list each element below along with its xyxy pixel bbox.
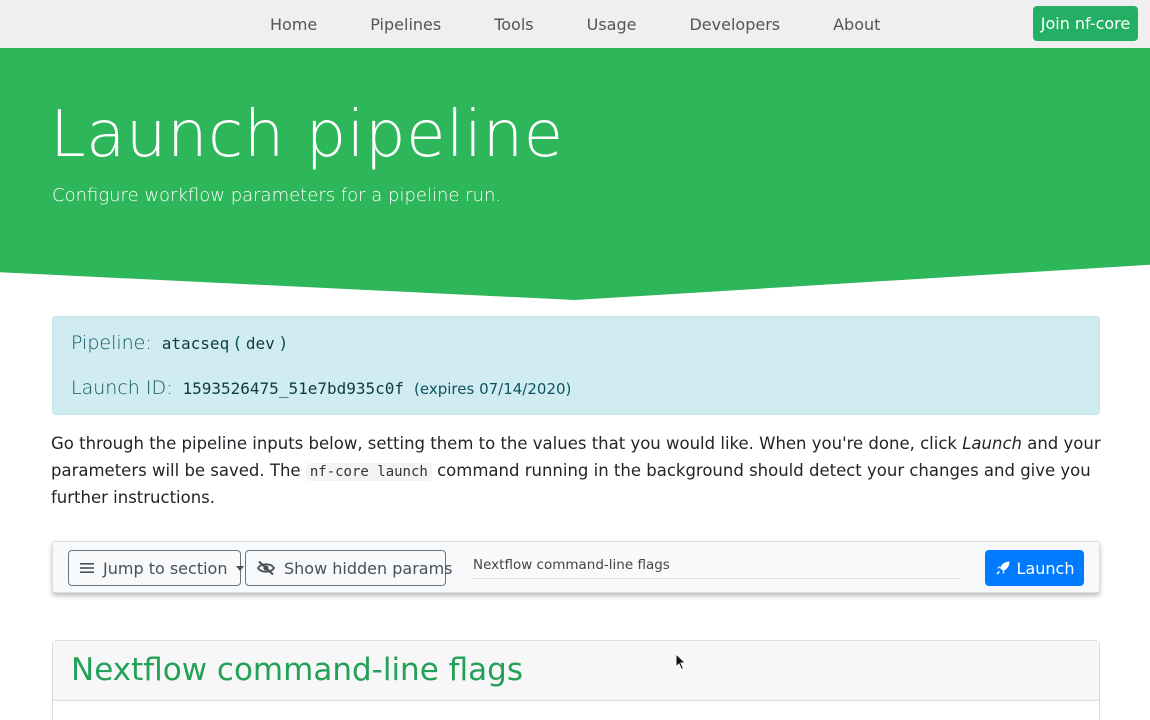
paren-open: (	[234, 334, 241, 354]
join-nf-core-button[interactable]: Join nf-core	[1033, 6, 1138, 41]
section-title: Nextflow command-line flags	[71, 652, 523, 688]
nav-link-home[interactable]: Home	[270, 15, 317, 34]
current-section-indicator: Nextflow command-line flags	[473, 557, 960, 579]
jump-to-section-label: Jump to section	[103, 558, 228, 578]
intro-text: Go through the pipeline inputs below, se…	[51, 431, 1111, 512]
section-header: Nextflow command-line flags	[53, 641, 1099, 701]
paren-close: )	[279, 334, 287, 354]
launch-label: Launch	[1016, 558, 1075, 578]
page-title: Launch pipeline	[50, 98, 564, 172]
launch-info-alert: Pipeline: atacseq ( dev ) Launch ID: 159…	[52, 316, 1100, 415]
intro-launch-emphasis: Launch	[962, 434, 1022, 453]
rocket-icon	[995, 560, 1011, 576]
jump-to-section-button[interactable]: Jump to section	[68, 550, 245, 586]
intro-command-code: nf-core launch	[305, 462, 432, 481]
launch-button[interactable]: Launch	[985, 550, 1084, 586]
intro-part1: Go through the pipeline inputs below, se…	[51, 434, 963, 453]
top-navbar: Home Pipelines Tools Usage Developers Ab…	[0, 0, 1150, 48]
page-subtitle: Configure workflow parameters for a pipe…	[52, 185, 502, 206]
pipeline-label: Pipeline:	[71, 332, 152, 354]
nextflow-flags-card: Nextflow command-line flags	[52, 640, 1100, 720]
params-toolbar: Jump to section Show hidden params Nextf…	[52, 541, 1100, 593]
nav-link-pipelines[interactable]: Pipelines	[370, 15, 441, 34]
list-icon	[79, 561, 95, 575]
pipeline-version: dev	[245, 334, 275, 353]
launch-id-value: 1593526475_51e7bd935c0f	[182, 379, 405, 398]
launch-id-label: Launch ID:	[71, 377, 173, 399]
hero-banner: Launch pipeline Configure workflow param…	[0, 48, 1150, 300]
show-hidden-params-button[interactable]: Show hidden params	[245, 550, 453, 586]
mouse-cursor-icon	[675, 652, 687, 675]
pipeline-name: atacseq	[161, 334, 230, 353]
launch-expiry: (expires 07/14/2020)	[414, 380, 572, 398]
eye-slash-icon	[256, 560, 276, 576]
show-hidden-params-label: Show hidden params	[284, 558, 453, 578]
nav-links: Home Pipelines Tools Usage Developers Ab…	[270, 0, 933, 48]
nav-link-tools[interactable]: Tools	[494, 15, 533, 34]
nav-link-usage[interactable]: Usage	[587, 15, 637, 34]
pipeline-row: Pipeline: atacseq ( dev )	[71, 332, 291, 354]
nav-link-developers[interactable]: Developers	[689, 15, 780, 34]
launch-id-row: Launch ID: 1593526475_51e7bd935c0f (expi…	[71, 377, 571, 399]
nav-link-about[interactable]: About	[833, 15, 880, 34]
chevron-down-icon	[236, 565, 245, 571]
